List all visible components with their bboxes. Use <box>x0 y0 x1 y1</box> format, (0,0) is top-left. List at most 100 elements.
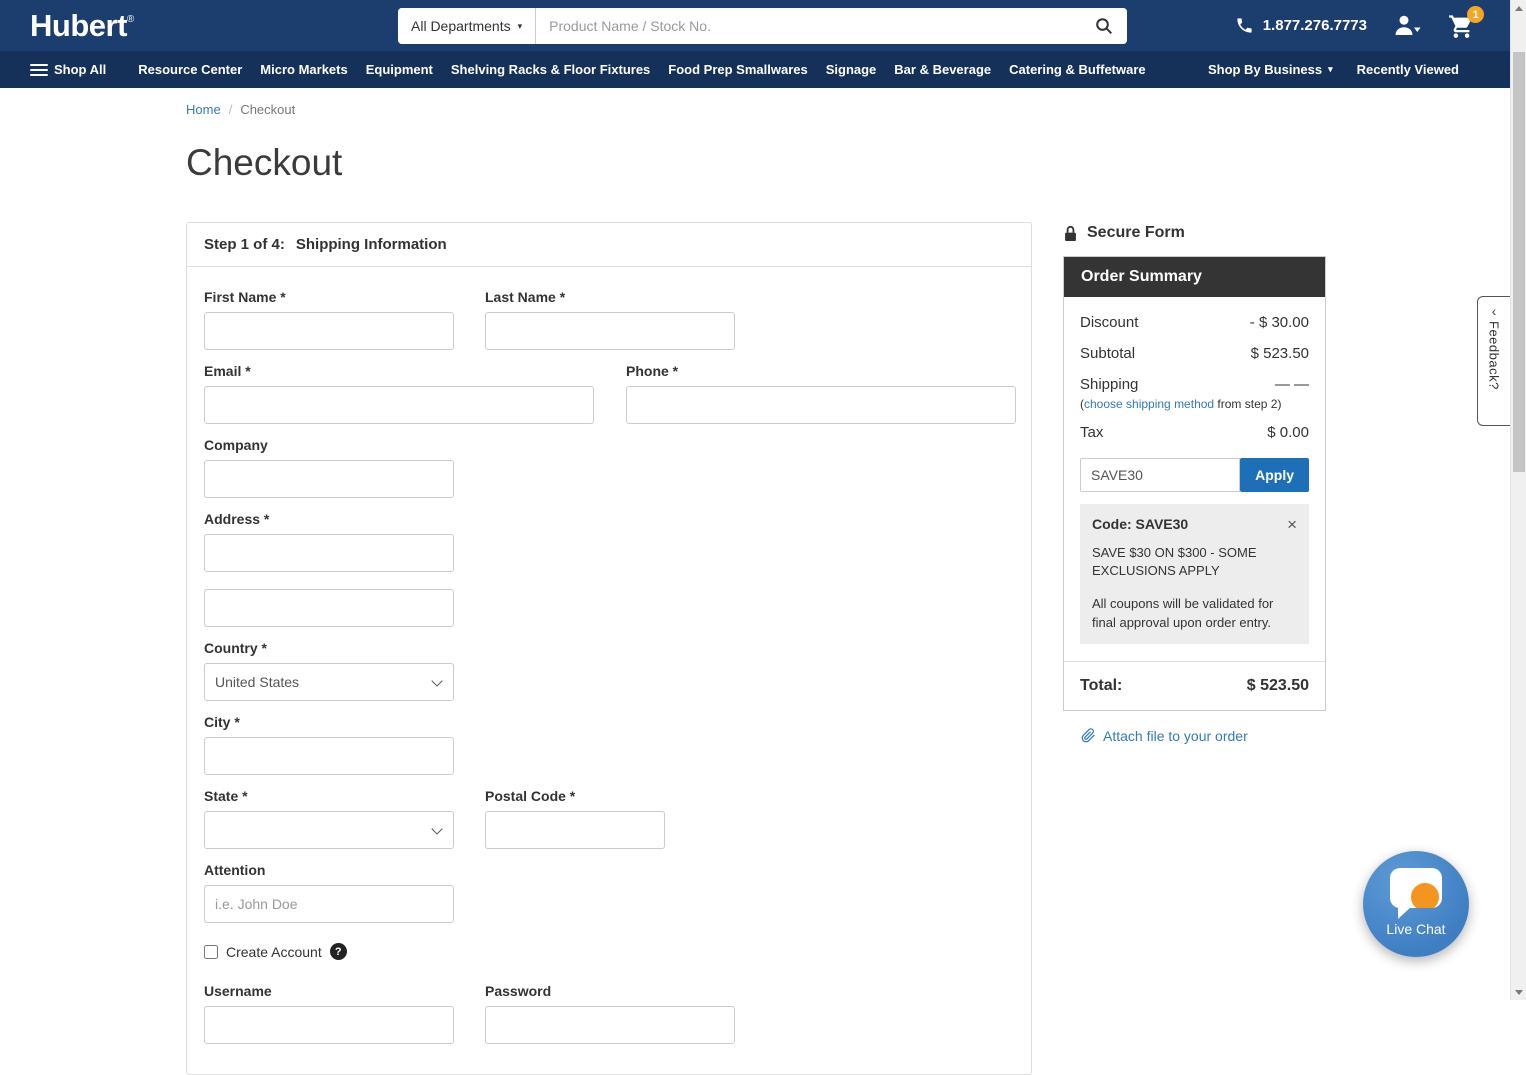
shipping-row: Shipping — — <box>1064 376 1325 394</box>
nav-item-micro-markets[interactable]: Micro Markets <box>251 51 356 88</box>
email-input[interactable] <box>204 386 594 424</box>
scrollbar-track[interactable] <box>1510 0 1526 1000</box>
breadcrumb-separator: / <box>228 102 233 117</box>
checkout-content: Step 1 of 4: Shipping Information First … <box>186 222 1526 1075</box>
phone-label: Phone * <box>626 363 679 379</box>
attach-file-label: Attach file to your order <box>1103 727 1248 744</box>
shop-all-label: Shop All <box>54 62 107 77</box>
city-input[interactable] <box>204 737 454 775</box>
first-name-input[interactable] <box>204 312 454 350</box>
form-body: First Name * Last Name * Email * Phone * <box>187 267 1031 1074</box>
order-summary-panel: Order Summary Discount - $ 30.00 Subtota… <box>1063 256 1326 711</box>
phone-input[interactable] <box>626 386 1016 424</box>
recently-viewed-link[interactable]: Recently Viewed <box>1345 51 1471 88</box>
hamburger-icon <box>30 63 48 76</box>
country-select-wrap: United States <box>204 663 454 701</box>
chat-bubble-icon <box>1390 868 1442 919</box>
attention-input[interactable] <box>204 885 454 923</box>
username-label: Username <box>204 983 272 999</box>
address-label: Address * <box>204 511 270 527</box>
scroll-down-button[interactable] <box>1511 984 1526 1000</box>
live-chat-label: Live Chat <box>1386 921 1446 937</box>
step-title: Shipping Information <box>295 236 447 253</box>
shop-by-business-menu[interactable]: Shop By Business ▾ <box>1196 51 1345 88</box>
total-label: Total: <box>1080 676 1123 694</box>
address-line2-input[interactable] <box>204 589 454 627</box>
password-label: Password <box>485 983 552 999</box>
paperclip-icon <box>1081 728 1095 743</box>
cart-button[interactable]: 1 <box>1448 6 1484 38</box>
scrollbar-thumb[interactable] <box>1513 52 1525 472</box>
help-icon[interactable]: ? <box>329 943 347 960</box>
company-input[interactable] <box>204 460 454 498</box>
phone-number: 1.877.276.7773 <box>1262 17 1367 34</box>
attention-label: Attention <box>204 862 266 878</box>
tax-row: Tax $ 0.00 <box>1064 424 1325 442</box>
total-row: Total: $ 523.50 <box>1064 660 1325 710</box>
cart-badge: 1 <box>1467 6 1484 23</box>
order-summary-header: Order Summary <box>1064 257 1325 297</box>
scroll-up-button[interactable] <box>1511 0 1526 16</box>
postal-code-label: Postal Code * <box>485 788 576 804</box>
password-input[interactable] <box>485 1006 735 1044</box>
coupon-note: All coupons will be validated for final … <box>1092 596 1274 630</box>
shop-by-business-label: Shop By Business <box>1207 62 1323 77</box>
header-actions: 1.877.276.7773 1 <box>1235 0 1484 51</box>
apply-button[interactable]: Apply <box>1240 458 1309 492</box>
create-account-checkbox[interactable] <box>204 944 218 959</box>
last-name-input[interactable] <box>485 312 735 350</box>
tax-value: $ 0.00 <box>1267 424 1309 441</box>
search-icon <box>1096 18 1113 35</box>
account-button[interactable] <box>1394 15 1421 36</box>
nav-item-shelving-racks[interactable]: Shelving Racks & Floor Fixtures <box>442 51 659 88</box>
nav-item-bar-beverage[interactable]: Bar & Beverage <box>885 51 1000 88</box>
nav-item-equipment[interactable]: Equipment <box>357 51 442 88</box>
live-chat-button[interactable]: Live Chat <box>1363 851 1469 957</box>
shipping-value: — — <box>1274 376 1309 393</box>
username-input[interactable] <box>204 1006 454 1044</box>
breadcrumb-home-link[interactable]: Home <box>186 102 221 117</box>
search-bar: All Departments ▾ <box>398 8 1127 44</box>
tax-label: Tax <box>1080 424 1104 441</box>
nav-item-resource-center[interactable]: Resource Center <box>129 51 251 88</box>
breadcrumb: Home / Checkout <box>186 102 1526 117</box>
last-name-label: Last Name * <box>485 289 566 305</box>
nav-item-signage[interactable]: Signage <box>817 51 886 88</box>
search-input[interactable] <box>536 8 1081 44</box>
coupon-remove-button[interactable]: × <box>1287 516 1297 533</box>
shipping-note-suffix: from step 2) <box>1214 397 1282 411</box>
state-select[interactable] <box>204 811 454 849</box>
company-label: Company <box>204 437 268 453</box>
state-label: State * <box>204 788 248 804</box>
country-label: Country * <box>204 640 267 656</box>
nav-item-food-prep-smallwares[interactable]: Food Prep Smallwares <box>659 51 816 88</box>
page-title: Checkout <box>186 142 343 183</box>
phone-link[interactable]: 1.877.276.7773 <box>1235 16 1367 35</box>
coupon-input[interactable] <box>1080 458 1241 492</box>
nav-item-shop-all[interactable]: Shop All <box>30 51 115 88</box>
address-line1-input[interactable] <box>204 534 454 572</box>
phone-icon <box>1237 18 1252 33</box>
feedback-label: Feedback? <box>1486 321 1502 390</box>
hubert-logo[interactable]: Hubert® <box>30 10 134 41</box>
lock-icon <box>1065 225 1076 241</box>
form-step-header: Step 1 of 4: Shipping Information <box>187 223 1031 267</box>
coupon-code-label: Code: SAVE30 <box>1092 516 1189 532</box>
arrow-up-icon <box>1515 5 1523 11</box>
attach-file-link[interactable]: Attach file to your order <box>1063 728 1326 744</box>
logo-text: Hubert <box>30 8 127 43</box>
caret-down-icon: ▾ <box>1328 64 1333 74</box>
search-button[interactable] <box>1081 8 1127 44</box>
all-departments-button[interactable]: All Departments ▾ <box>398 8 537 44</box>
person-icon <box>1395 15 1421 35</box>
shipping-note: (choose shipping method from step 2) <box>1064 397 1325 411</box>
secure-form-heading: Secure Form <box>1063 224 1326 242</box>
order-summary-column: Secure Form Order Summary Discount - $ 3… <box>1063 222 1326 744</box>
choose-shipping-method-link[interactable]: choose shipping method <box>1084 397 1214 411</box>
country-select[interactable]: United States <box>204 663 454 701</box>
feedback-tab[interactable]: ‹ Feedback? <box>1477 296 1510 426</box>
email-label: Email * <box>204 363 251 379</box>
discount-row: Discount - $ 30.00 <box>1064 314 1325 332</box>
nav-item-catering-buffetware[interactable]: Catering & Buffetware <box>1000 51 1155 88</box>
postal-code-input[interactable] <box>485 811 665 849</box>
